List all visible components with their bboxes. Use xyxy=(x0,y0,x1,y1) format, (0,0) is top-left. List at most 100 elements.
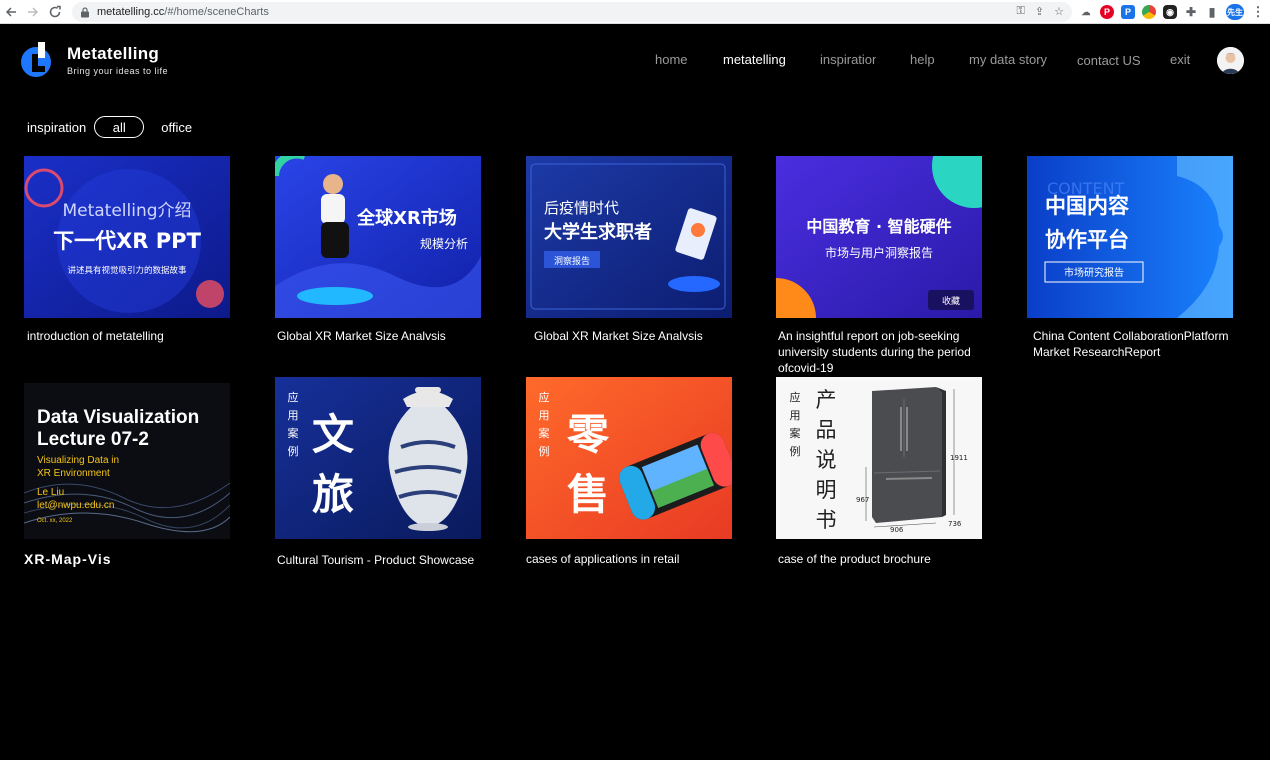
card-global-xr-market[interactable]: 全球XR市场 规模分析 xyxy=(275,156,481,318)
nav-help[interactable]: help xyxy=(910,52,935,67)
card-china-content-platform[interactable]: CONTENT 中国内容 协作平台 市场研究报告 xyxy=(1027,156,1233,318)
back-icon[interactable] xyxy=(0,0,22,24)
lock-icon xyxy=(81,6,89,17)
thumb-text: 收藏 xyxy=(942,295,960,307)
card-caption: China Content CollaborationPlatform Mark… xyxy=(1033,329,1229,359)
thumb-text: 案 xyxy=(539,426,550,440)
forward-icon[interactable] xyxy=(22,0,44,24)
cloud-extension-icon[interactable]: ☁ xyxy=(1079,5,1093,19)
thumb-text: 产 xyxy=(816,388,837,412)
card-thumbnail: 全球XR市场 规模分析 xyxy=(275,156,481,318)
thumb-text: 讲述具有视觉吸引力的数据故事 xyxy=(67,265,187,276)
browser-toolbar: metatelling.cc/#/home/sceneCharts ⚿ ⇪ ☆ … xyxy=(0,0,1270,24)
thumb-text: 中国内容 xyxy=(1045,194,1129,218)
filter-all-button[interactable]: all xyxy=(94,116,145,138)
thumb-text: 规模分析 xyxy=(420,236,468,251)
thumb-text: 用 xyxy=(790,409,801,422)
thumb-text: 1911 xyxy=(950,454,968,462)
thumb-text: 售 xyxy=(567,470,609,519)
card-thumbnail: CONTENT 中国内容 协作平台 市场研究报告 xyxy=(1027,156,1233,318)
puzzle-icon[interactable]: ✚ xyxy=(1184,5,1198,19)
thumb-text: 洞察报告 xyxy=(554,255,590,267)
dark-extension-icon[interactable]: ◉ xyxy=(1163,5,1177,19)
card-caption: introduction of metatelling xyxy=(27,329,164,343)
filter-office[interactable]: office xyxy=(161,120,192,135)
key-icon[interactable]: ⚿ xyxy=(1017,5,1025,18)
url-text: metatelling.cc/#/home/sceneCharts xyxy=(97,6,269,18)
thumb-text: let@nwpu.edu.cn xyxy=(37,500,114,511)
card-thumbnail: 应 用 案 例 零 售 xyxy=(526,377,732,539)
nav-contact-us[interactable]: contact US xyxy=(1077,53,1141,68)
pinterest-extension-icon[interactable]: P xyxy=(1100,5,1114,19)
card-cultural-tourism[interactable]: 应 用 案 例 文 旅 xyxy=(275,377,481,539)
thumb-text: 用 xyxy=(539,409,550,422)
card-thumbnail: 后疫情时代 大学生求职者 洞察报告 xyxy=(526,156,732,318)
nav-metatelling[interactable]: metatelling xyxy=(723,52,786,67)
thumb-text: 全球XR市场 xyxy=(356,207,457,229)
main-nav: home metatelling inspiration help my dat… xyxy=(0,52,1270,72)
thumb-text: 用 xyxy=(288,409,299,422)
card-caption: An insightful report on job-seeking univ… xyxy=(778,329,971,375)
card-caption: XR-Map-Vis xyxy=(24,551,112,567)
card-china-education-hardware[interactable]: 中国教育 · 智能硬件 市场与用户洞察报告 收藏 xyxy=(776,156,982,318)
thumb-text: Lecture 07-2 xyxy=(37,429,149,450)
card-introduction-metatelling[interactable]: Metatelling介绍 下一代XR PPT 讲述具有视觉吸引力的数据故事 xyxy=(24,156,230,318)
thumb-text: 书 xyxy=(816,508,837,532)
thumb-text: 大学生求职者 xyxy=(544,221,652,243)
address-bar[interactable]: metatelling.cc/#/home/sceneCharts ⚿ ⇪ ☆ xyxy=(72,2,1072,22)
thumb-text: 例 xyxy=(790,444,801,458)
thumb-text: 例 xyxy=(539,444,550,458)
card-product-brochure[interactable]: 应 用 案 例 产 品 说 明 书 1911 967 906 736 xyxy=(776,377,982,539)
thumb-text: XR Environment xyxy=(37,468,110,479)
thumb-text: 后疫情时代 xyxy=(544,199,619,217)
category-filter: inspiration all office xyxy=(27,116,192,138)
card-caption: case of the product brochure xyxy=(778,552,931,566)
thumb-text: Visualizing Data in xyxy=(37,455,119,466)
thumb-text: 品 xyxy=(816,418,837,442)
nav-my-data-story[interactable]: my data story xyxy=(969,52,1047,67)
thumb-text: Data Visualization xyxy=(37,407,199,428)
reload-icon[interactable] xyxy=(44,0,66,24)
thumb-text: 应 xyxy=(539,390,550,404)
card-retail-cases[interactable]: 应 用 案 例 零 售 xyxy=(526,377,732,539)
sidebar-icon[interactable]: ▮ xyxy=(1205,5,1219,19)
card-thumbnail: Data Visualization Lecture 07-2 Visualiz… xyxy=(24,383,230,539)
menu-dots-icon[interactable]: ⋮ xyxy=(1251,4,1265,19)
share-icon[interactable]: ⇪ xyxy=(1035,5,1044,18)
card-post-covid-job-seekers[interactable]: 后疫情时代 大学生求职者 洞察报告 xyxy=(526,156,732,318)
nav-home[interactable]: home xyxy=(655,52,688,67)
card-thumbnail: 应 用 案 例 文 旅 xyxy=(275,377,481,539)
card-thumbnail: 中国教育 · 智能硬件 市场与用户洞察报告 收藏 xyxy=(776,156,982,318)
thumb-text: 967 xyxy=(856,496,869,504)
thumb-text: 市场研究报告 xyxy=(1064,266,1124,279)
p-extension-icon[interactable]: P xyxy=(1121,5,1135,19)
thumb-text: 906 xyxy=(890,526,904,534)
filter-inspiration[interactable]: inspiration xyxy=(27,120,86,135)
thumb-text: 应 xyxy=(288,390,299,404)
thumb-text: 736 xyxy=(948,520,962,528)
thumb-text: 应 xyxy=(790,390,801,404)
thumb-text: 案 xyxy=(288,426,299,440)
nav-exit[interactable]: exit xyxy=(1170,52,1190,67)
extensions-bar: ☁ P P ◉ ✚ ▮ 先生 ⋮ xyxy=(1079,4,1265,20)
star-icon[interactable]: ☆ xyxy=(1054,5,1064,18)
card-thumbnail: 应 用 案 例 产 品 说 明 书 1911 967 906 736 xyxy=(776,377,982,539)
profile-icon[interactable]: 先生 xyxy=(1226,4,1244,20)
thumb-text: 文 xyxy=(312,410,354,459)
thumb-text: Oct. xx, 2022 xyxy=(37,518,73,524)
card-caption: cases of applications in retail xyxy=(526,552,680,566)
thumb-text: 零 xyxy=(567,410,610,459)
card-xr-map-vis[interactable]: Data Visualization Lecture 07-2 Visualiz… xyxy=(24,383,230,539)
thumb-text: Metatelling介绍 xyxy=(62,201,191,221)
thumb-text: 中国教育 · 智能硬件 xyxy=(806,217,951,236)
user-avatar[interactable] xyxy=(1217,47,1244,74)
thumb-text: 例 xyxy=(288,444,299,458)
thumb-text: 案 xyxy=(790,426,801,440)
card-caption: Cultural Tourism - Product Showcase xyxy=(277,553,475,567)
nav-inspiration[interactable]: inspiration xyxy=(820,52,876,67)
thumb-text: 下一代XR PPT xyxy=(53,229,201,253)
card-thumbnail: Metatelling介绍 下一代XR PPT 讲述具有视觉吸引力的数据故事 xyxy=(24,156,230,318)
card-caption: Global XR Market Size Analvsis xyxy=(534,329,703,343)
chrome-extension-icon[interactable] xyxy=(1142,5,1156,19)
thumb-text: 市场与用户洞察报告 xyxy=(825,245,933,260)
